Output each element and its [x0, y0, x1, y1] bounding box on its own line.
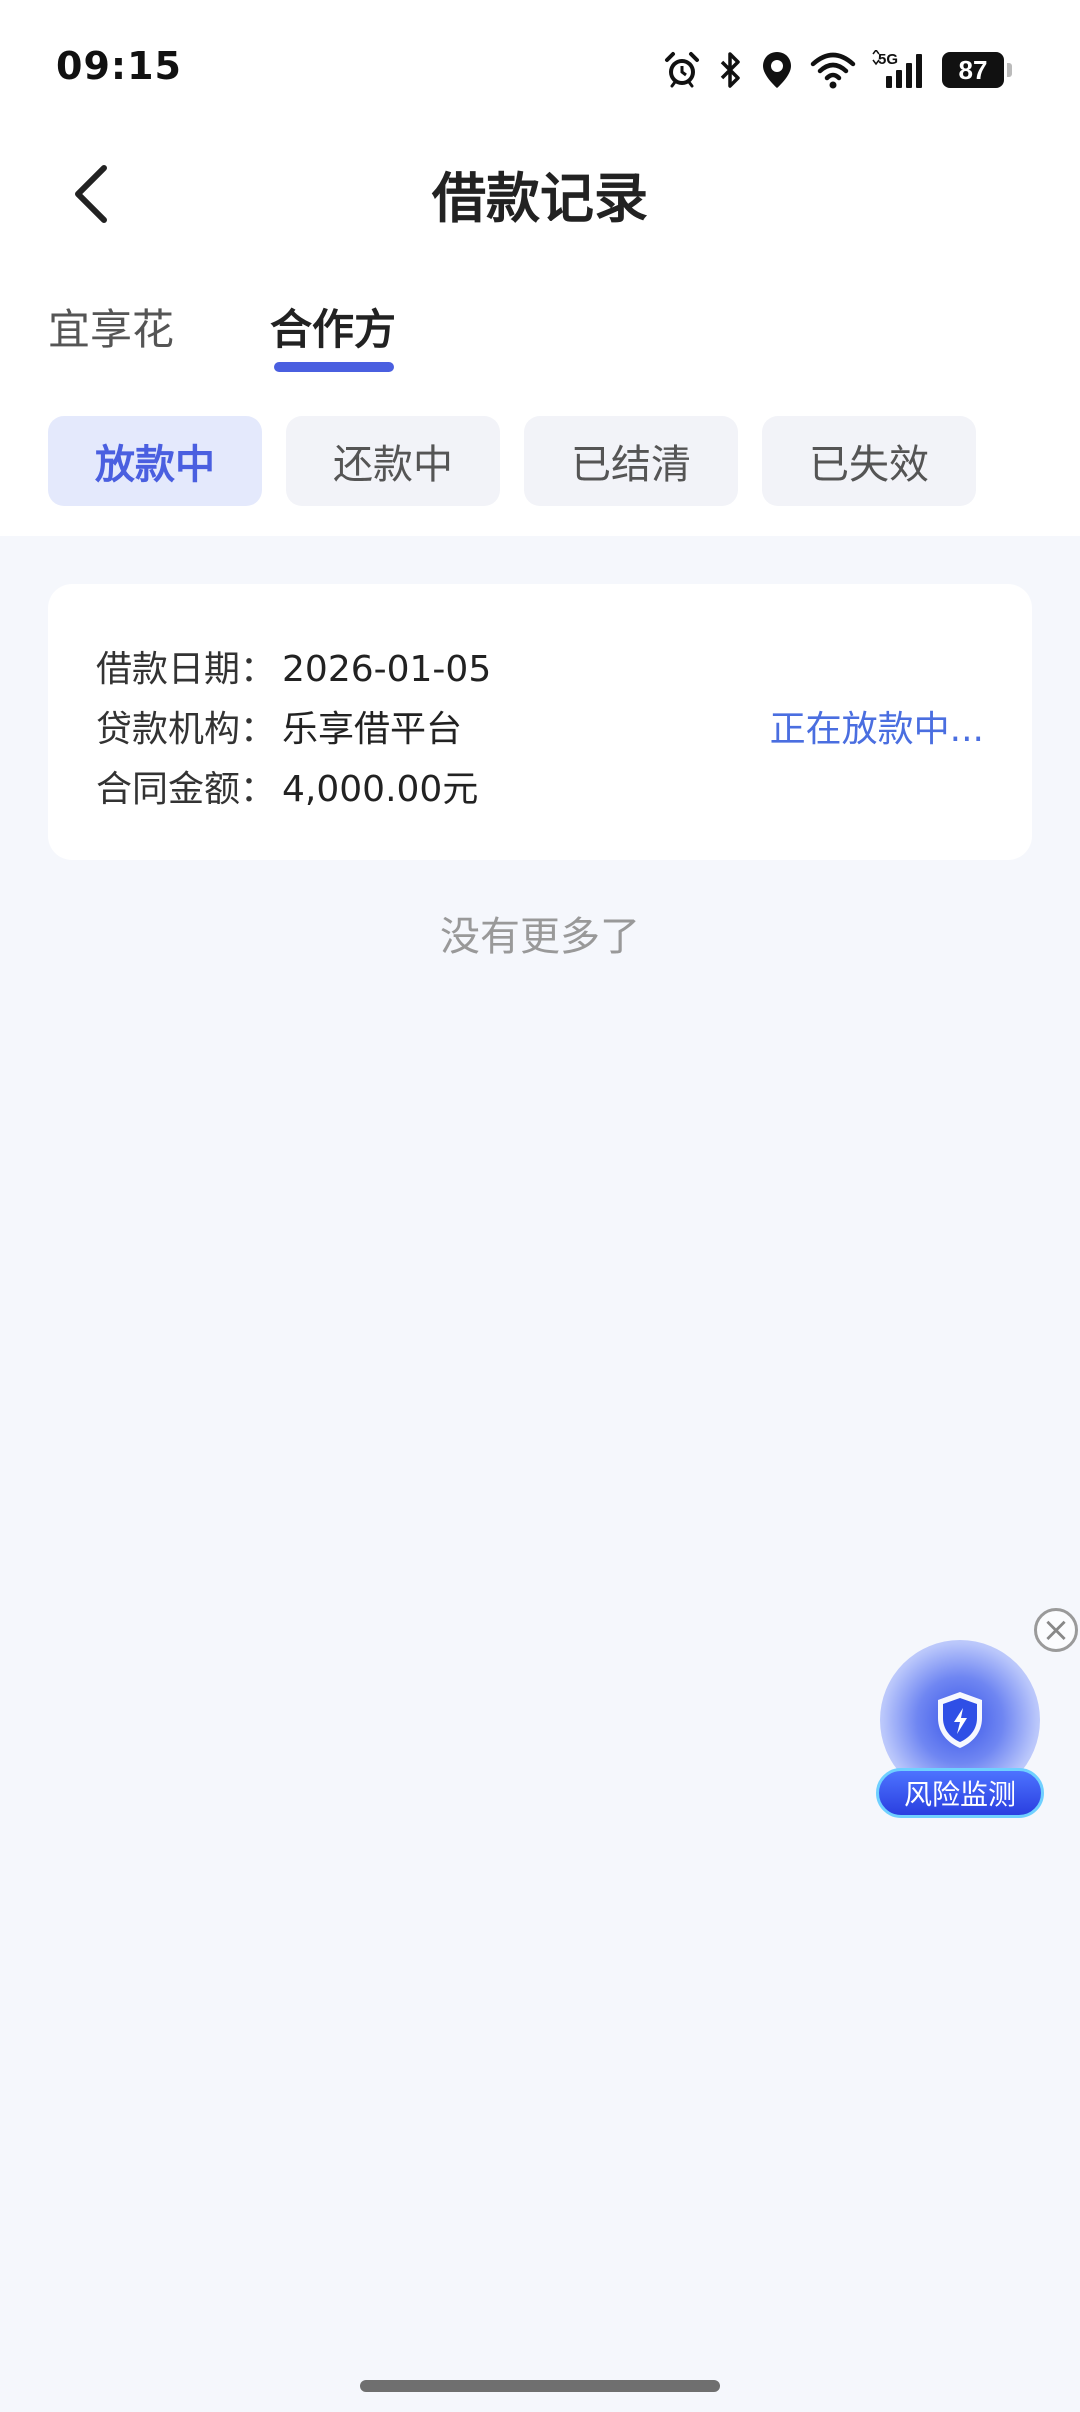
institution-row: 贷款机构： 乐享借平台 — [96, 700, 462, 752]
status-icons: 5G 87 — [662, 46, 1012, 94]
amount-row: 合同金额： 4,000.00元 — [96, 760, 478, 812]
active-tab-indicator — [274, 362, 394, 372]
risk-monitor-label: 风险监测 — [876, 1768, 1044, 1818]
bluetooth-icon — [720, 52, 740, 88]
list-end-text: 没有更多了 — [440, 914, 640, 960]
amount-value: 4,000.00元 — [282, 769, 479, 810]
nav-bar: 借款记录 — [0, 140, 1080, 250]
page-title: 借款记录 — [432, 167, 648, 230]
amount-label: 合同金额： — [96, 769, 277, 810]
status-bar: 09:15 5G 87 — [0, 0, 1080, 130]
tab-yixianghua[interactable]: 宜享花 — [48, 296, 174, 376]
filter-disbursing[interactable]: 放款中 — [48, 416, 262, 506]
signal-icon: 5G — [872, 50, 922, 88]
svg-text:5G: 5G — [878, 51, 898, 68]
status-text: 正在放款中... — [769, 709, 984, 750]
home-indicator[interactable] — [360, 2380, 720, 2392]
filter-expired[interactable]: 已失效 — [762, 416, 976, 506]
risk-monitor-button[interactable]: 风险监测 — [876, 1636, 1044, 1822]
battery-icon: 87 — [942, 52, 1012, 88]
filter-repaying[interactable]: 还款中 — [286, 416, 500, 506]
status-time: 09:15 — [56, 44, 182, 88]
institution-label: 贷款机构： — [96, 709, 277, 750]
loan-date-label: 借款日期： — [96, 649, 277, 690]
institution-value: 乐享借平台 — [282, 709, 463, 750]
location-icon — [763, 52, 791, 88]
alarm-icon — [665, 52, 699, 88]
loan-date-row: 借款日期： 2026-01-05 — [96, 640, 491, 692]
battery-level: 87 — [958, 54, 988, 85]
loan-date-value: 2026-01-05 — [282, 649, 492, 690]
shield-icon — [926, 1686, 994, 1754]
loan-record-card[interactable]: 借款日期： 2026-01-05 贷款机构： 乐享借平台 合同金额： 4,000.00… — [48, 584, 1032, 860]
status-filter-group: 放款中 还款中 已结清 已失效 — [48, 416, 976, 506]
wifi-icon — [810, 52, 856, 89]
filter-settled[interactable]: 已结清 — [524, 416, 738, 506]
tab-bar: 宜享花 合作方 — [0, 296, 1080, 386]
